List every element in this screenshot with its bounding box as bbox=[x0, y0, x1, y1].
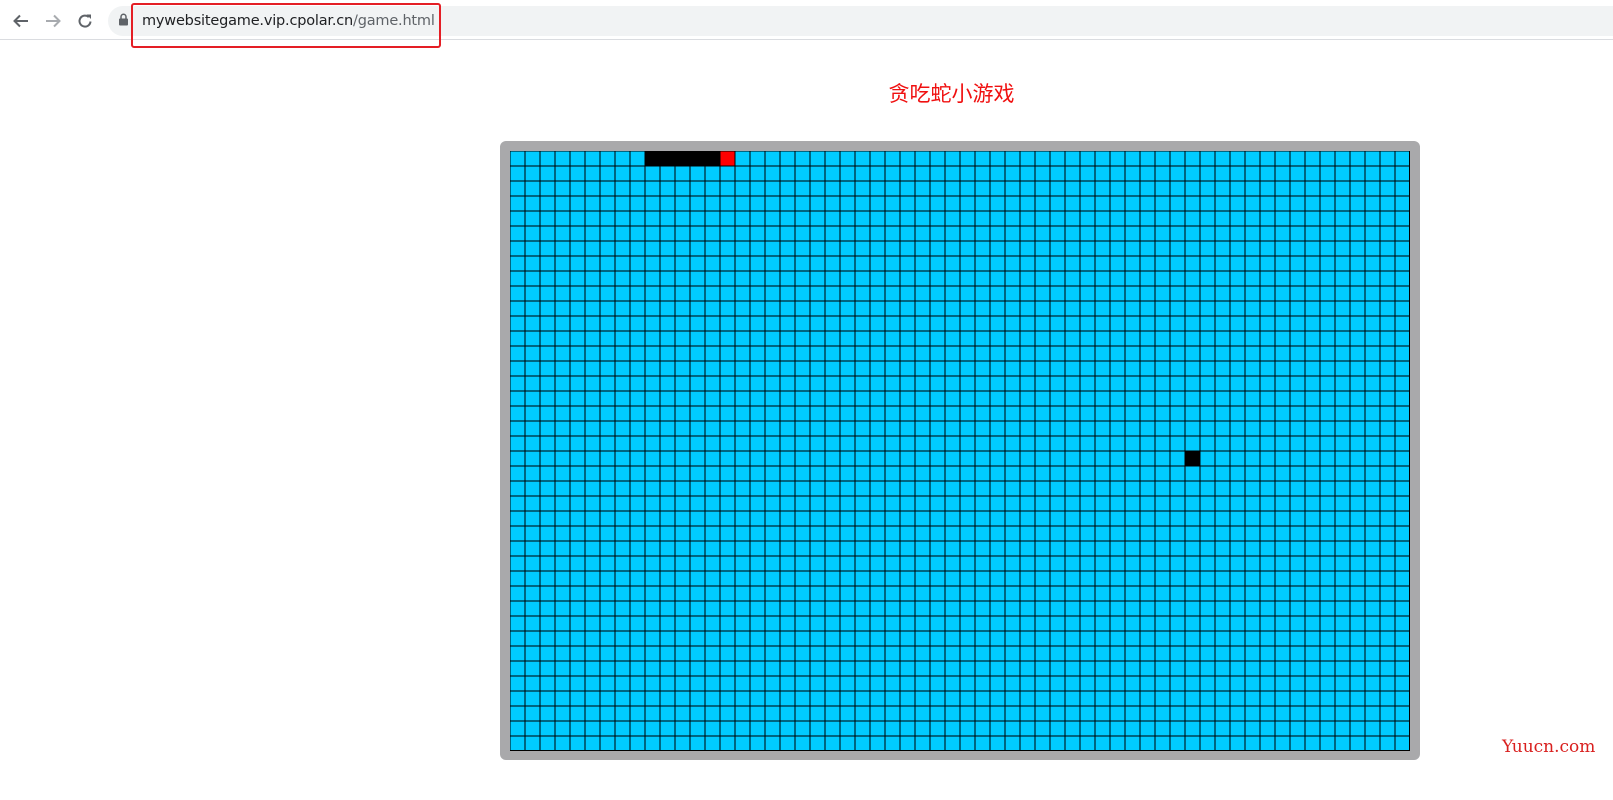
forward-arrow-icon bbox=[46, 14, 61, 28]
snake-body-segment bbox=[660, 151, 675, 166]
url-highlight-box bbox=[131, 3, 441, 48]
snake-body-segment bbox=[705, 151, 720, 166]
snake-head bbox=[720, 151, 735, 166]
food-block bbox=[1185, 451, 1200, 466]
snake-body-segment bbox=[645, 151, 660, 166]
reload-icon bbox=[78, 14, 92, 28]
snake-body-segment bbox=[690, 151, 705, 166]
page-title: 贪吃蛇小游戏 bbox=[888, 82, 1015, 106]
grid-lines bbox=[510, 151, 1410, 751]
snake-body-segment bbox=[675, 151, 690, 166]
back-button[interactable] bbox=[9, 9, 33, 33]
reload-button[interactable] bbox=[73, 9, 97, 33]
lock-icon[interactable] bbox=[118, 13, 129, 31]
back-arrow-icon bbox=[13, 14, 28, 28]
forward-button[interactable] bbox=[41, 9, 65, 33]
game-grid[interactable] bbox=[510, 151, 1410, 751]
watermark: Yuucn.com bbox=[1502, 737, 1596, 757]
game-board-frame bbox=[500, 141, 1420, 760]
